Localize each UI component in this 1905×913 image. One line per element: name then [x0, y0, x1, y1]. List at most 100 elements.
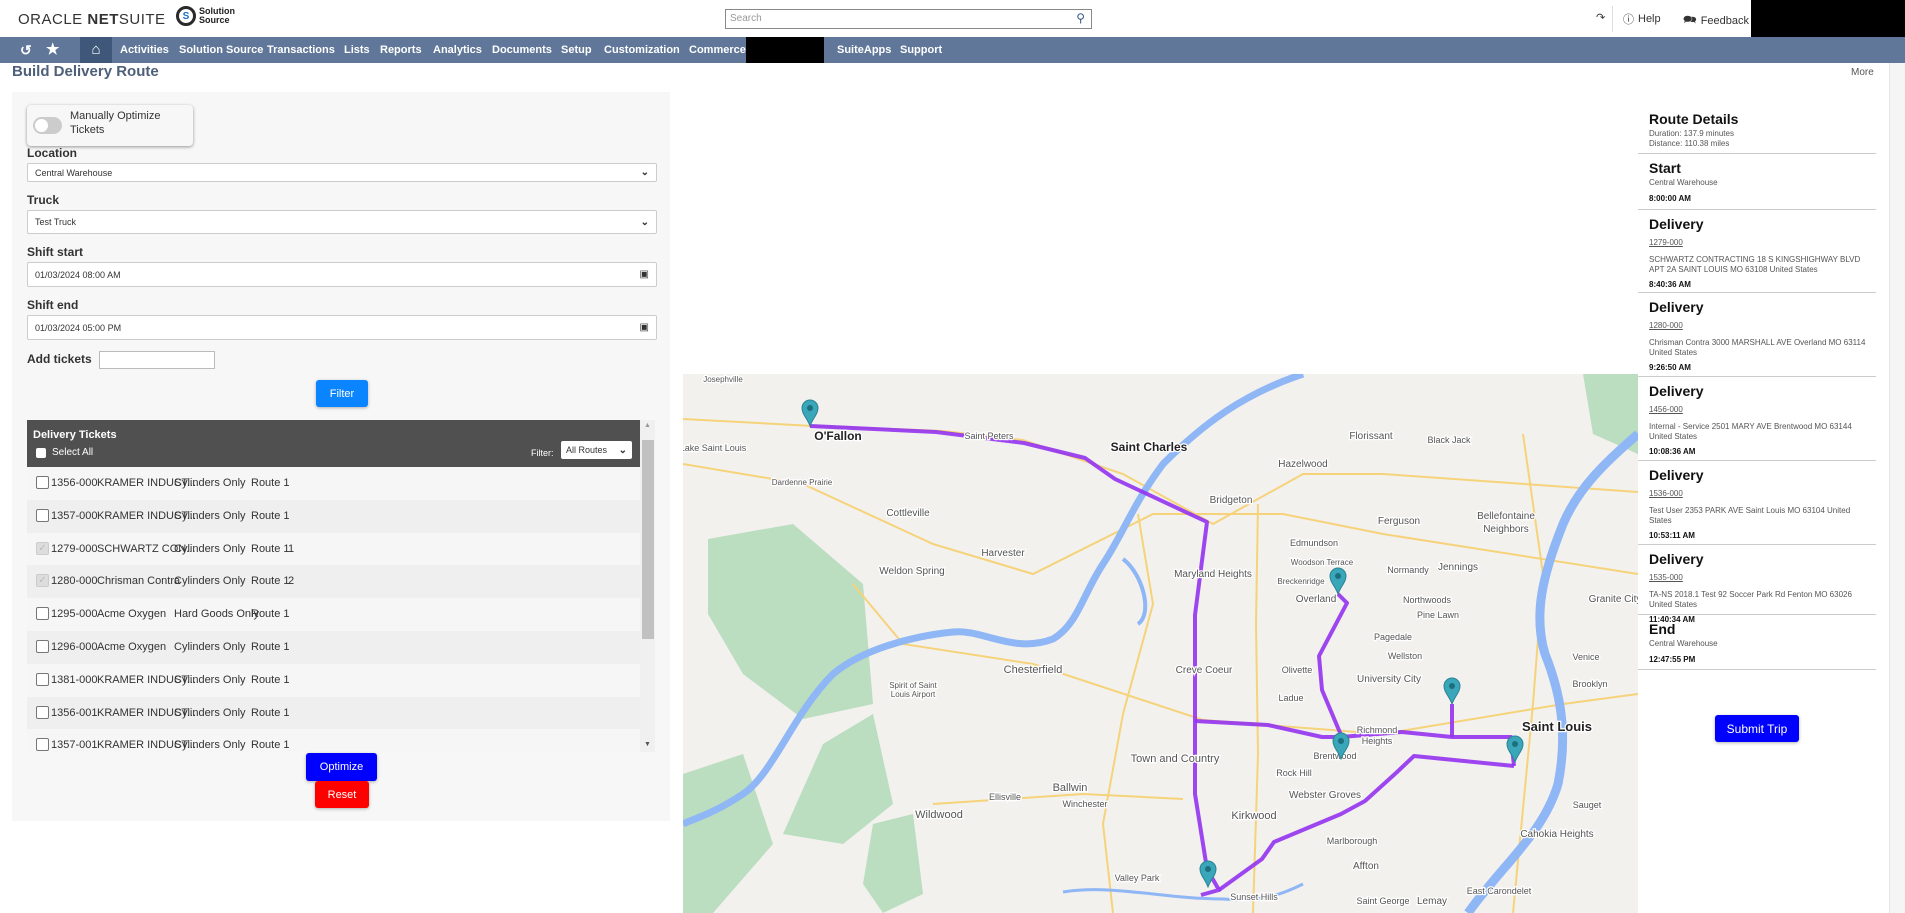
netsuite-logo[interactable]: ORACLE NETSUITE [18, 11, 166, 28]
ticket-id: 1280-000 [51, 575, 98, 588]
page-scrollbar[interactable] [1889, 63, 1905, 913]
home-icon[interactable]: ⌂ [80, 37, 112, 63]
park-area [708, 524, 873, 719]
shift-start-input[interactable]: 01/03/2024 08:00 AM ▣ [27, 262, 657, 287]
location-select[interactable]: Central Warehouse ⌄ [27, 163, 657, 182]
manual-optimize-toggle[interactable] [33, 117, 62, 134]
ticket-route: Route 1 [251, 673, 290, 686]
manual-optimize-toggle-card[interactable]: Manually Optimize Tickets [27, 105, 193, 146]
ticket-link[interactable]: 1456-000 [1649, 405, 1683, 414]
ticket-checkbox[interactable] [36, 738, 49, 752]
redacted-area [1751, 0, 1905, 37]
nav-lists[interactable]: Lists [344, 37, 370, 63]
ticket-row[interactable]: 1357-001 KRAMER INDUST... Cylinders Only Ro… [27, 729, 640, 752]
nav-transactions[interactable]: Transactions [267, 37, 335, 63]
scroll-up-arrow-icon[interactable]: ▲ [644, 422, 651, 429]
ticket-route: Route 1 [251, 542, 290, 555]
help-icon: ⓘ [1623, 14, 1634, 26]
ticket-sequence: 1 [288, 542, 295, 555]
route-filter-select[interactable]: All Routes ⌄ [561, 441, 632, 459]
map-place-label: Cahokia Heights [1520, 829, 1593, 840]
shift-end-input[interactable]: 01/03/2024 05:00 PM ▣ [27, 315, 657, 340]
nav-customization[interactable]: Customization [604, 37, 680, 63]
solution-source-logo: S Solution Source [176, 6, 235, 26]
feedback-icon: 🗪 [1683, 14, 1697, 26]
map-place-label: Brentwood [1313, 751, 1356, 761]
stop-heading: End [1649, 621, 1676, 637]
page-title: Build Delivery Route [12, 63, 159, 80]
tickets-title: Delivery Tickets [33, 429, 117, 441]
nav-suiteapps[interactable]: SuiteApps [837, 37, 891, 63]
map-place-label: East Carondelet [1467, 886, 1532, 896]
stop-delivery: Delivery 1536-000 Test User 2353 PARK AVE … [1638, 461, 1876, 545]
truck-select[interactable]: Test Truck ⌄ [27, 210, 657, 234]
add-tickets-input[interactable] [99, 351, 215, 369]
ticket-link[interactable]: 1536-000 [1649, 489, 1683, 498]
nav-solution-source[interactable]: Solution Source [179, 37, 263, 63]
calendar-icon[interactable]: ▣ [640, 269, 649, 280]
select-all-checkbox[interactable]: Select All [36, 447, 93, 458]
reset-button[interactable]: Reset [315, 781, 369, 808]
ticket-id: 1356-000 [51, 477, 98, 489]
feedback-link[interactable]: 🗪 Feedback [1683, 11, 1749, 30]
ticket-row[interactable]: 1381-000 KRAMER INDUST... Cylinders Only Ro… [27, 663, 640, 697]
ticket-type: Cylinders Only [174, 575, 246, 588]
filter-button[interactable]: Filter [316, 380, 368, 407]
nav-commerce[interactable]: Commerce [689, 37, 746, 63]
ticket-checkbox[interactable] [36, 672, 49, 686]
ticket-checkbox[interactable]: ✓ [36, 541, 49, 555]
ticket-link[interactable]: 1279-000 [1649, 238, 1683, 247]
ticket-checkbox[interactable] [36, 476, 49, 489]
map-place-label: Overland [1296, 594, 1337, 605]
map-place-label: Pine Lawn [1417, 610, 1459, 620]
ticket-row[interactable]: 1357-000 KRAMER INDUST... Cylinders Only Ro… [27, 499, 640, 533]
recent-icon[interactable]: ↺ [20, 37, 32, 63]
highway [932, 792, 1184, 805]
search-icon[interactable]: ⚲ [1076, 11, 1085, 25]
ticket-row[interactable]: 1296-000 Acme Oxygen Cylinders Only Route 1 [27, 631, 640, 664]
ticket-checkbox[interactable] [36, 508, 49, 522]
ticket-checkbox[interactable]: ✓ [36, 574, 49, 588]
route-map[interactable]: Josephville O'Fallon Lake Saint Louis Saint… [683, 374, 1638, 913]
map-pin-icon [801, 399, 819, 428]
submit-trip-button[interactable]: Submit Trip [1715, 715, 1799, 742]
stop-address: Chrisman Contra 3000 MARSHALL AVE Overla… [1649, 338, 1866, 357]
ticket-row[interactable]: ✓ 1280-000 Chrisman Contra Cylinders Only Ro… [27, 565, 640, 599]
ticket-link[interactable]: 1280-000 [1649, 321, 1683, 330]
highway [1252, 503, 1260, 913]
scroll-down-arrow-icon[interactable]: ▼ [644, 741, 651, 748]
nav-activities[interactable]: Activities [120, 37, 169, 63]
favorites-star-icon[interactable]: ★ [46, 37, 59, 63]
ticket-link[interactable]: 1535-000 [1649, 573, 1683, 582]
nav-reports[interactable]: Reports [380, 37, 422, 63]
ticket-row[interactable]: 1356-000 KRAMER INDUST... Cylinders Only Ro… [27, 467, 640, 500]
nav-support[interactable]: Support [900, 37, 942, 63]
ticket-row[interactable]: ✓ 1279-000 SCHWARTZ CON... Cylinders Only Ro… [27, 532, 640, 566]
map-place-label: Sauget [1573, 800, 1602, 810]
ticket-type: Hard Goods Only [174, 608, 259, 621]
map-place-label: Rock Hill [1276, 768, 1312, 778]
help-link[interactable]: ⓘ Help [1623, 11, 1661, 27]
map-place-label: Saint Charles [1111, 440, 1188, 454]
nav-analytics[interactable]: Analytics [433, 37, 482, 63]
global-search-input[interactable]: Search ⚲ [725, 9, 1092, 29]
nav-documents[interactable]: Documents [492, 37, 552, 63]
stop-heading: Delivery [1649, 216, 1704, 232]
ticket-checkbox[interactable] [36, 640, 49, 653]
tickets-scrollbar-thumb[interactable] [642, 440, 654, 639]
ticket-checkbox[interactable] [36, 607, 49, 621]
map-place-label: Weldon Spring [879, 566, 944, 577]
ticket-checkbox[interactable] [36, 705, 49, 719]
more-link[interactable]: More [1851, 67, 1874, 78]
map-pin-dot [1205, 866, 1211, 872]
map-place-label: Brooklyn [1572, 679, 1607, 689]
ticket-row[interactable]: 1295-000 Acme Oxygen Hard Goods Only Route … [27, 598, 640, 632]
ticket-row[interactable]: 1356-001 KRAMER INDUST... Cylinders Only Ro… [27, 696, 640, 730]
calendar-icon[interactable]: ▣ [640, 322, 649, 333]
map-canvas[interactable]: Josephville O'Fallon Lake Saint Louis Saint… [683, 374, 1638, 913]
nav-setup[interactable]: Setup [561, 37, 592, 63]
map-pin-icon [1329, 567, 1347, 596]
recent-records-icon[interactable]: ↷ [1596, 11, 1605, 24]
map-place-label: Maryland Heights [1174, 569, 1252, 580]
optimize-button[interactable]: Optimize [306, 753, 377, 781]
